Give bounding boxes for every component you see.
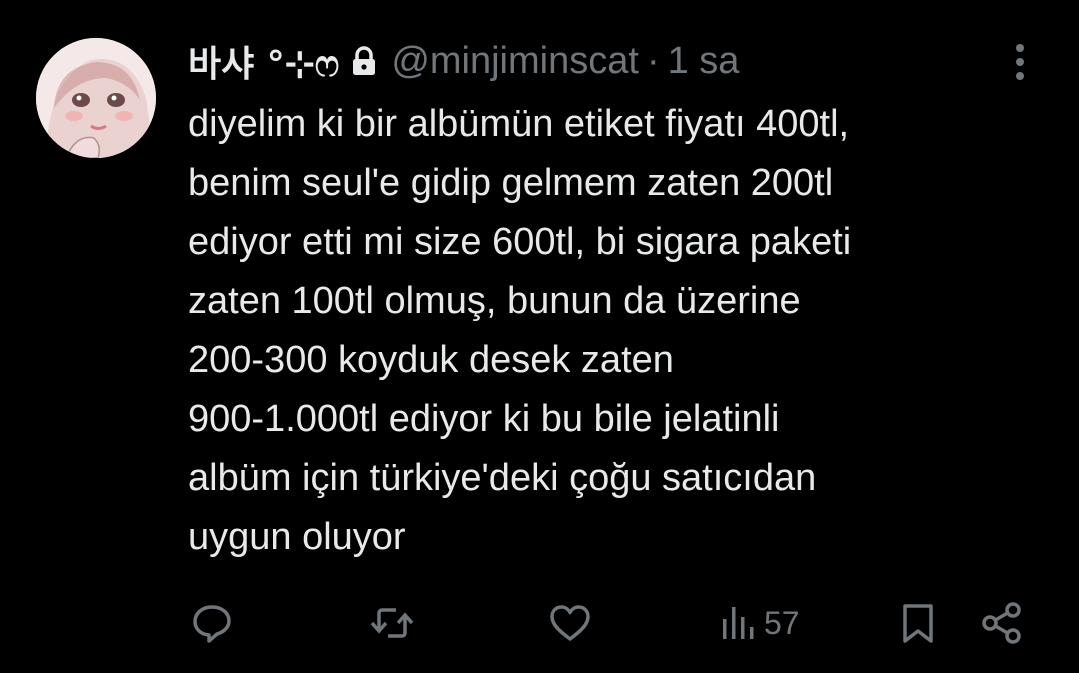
more-options-icon[interactable] [1008,42,1032,82]
bookmark-icon [903,604,933,643]
retweet-button[interactable] [368,601,416,645]
heart-icon [550,605,590,641]
tweet-header: 바샤 °⊹ෆ @minjiminscat · 1 sa [188,36,739,86]
tweet-text: diyelim ki bir albümün etiket fiyatı 400… [188,103,852,558]
share-button[interactable] [980,601,1024,645]
retweet-icon [370,608,414,638]
lock-icon [351,46,377,76]
author-handle[interactable]: @minjiminscat [391,40,639,83]
reply-button[interactable] [190,601,234,645]
share-icon [982,602,1021,644]
views-icon [723,607,754,639]
avatar[interactable] [36,38,156,158]
views-button[interactable]: 57 [720,601,800,645]
avatar-image [36,38,156,158]
views-count: 57 [764,604,800,641]
display-name[interactable]: 바샤 °⊹ෆ [188,35,339,87]
timestamp[interactable]: 1 sa [668,40,740,83]
reply-icon [193,605,231,643]
like-button[interactable] [548,601,592,645]
action-bar: 57 [0,595,1079,651]
bookmark-button[interactable] [900,601,936,645]
separator-dot: · [646,39,660,82]
tweet: 바샤 °⊹ෆ @minjiminscat · 1 sa diyelim ki b… [0,0,1079,673]
